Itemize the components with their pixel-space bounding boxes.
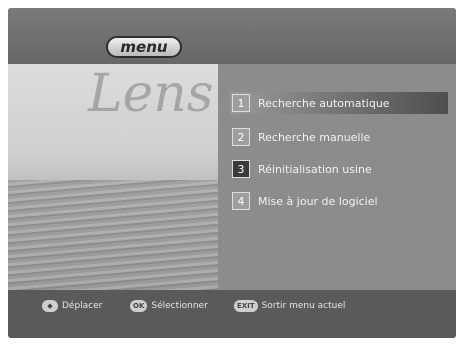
- sea-waves: [8, 180, 218, 290]
- background-picture: Lens: [8, 64, 218, 290]
- hint-label: Déplacer: [62, 301, 103, 311]
- header-bar: menu: [8, 8, 456, 64]
- menu-panel: 1 Recherche automatique 2 Recherche manu…: [218, 64, 456, 290]
- hint-select: OK Sélectionner: [130, 300, 208, 312]
- item-number: 3: [232, 160, 250, 178]
- item-number: 2: [232, 128, 250, 146]
- hint-exit: EXIT Sortir menu actuel: [234, 300, 345, 312]
- lens-watermark: Lens: [88, 64, 214, 124]
- hint-label: Sélectionner: [151, 301, 208, 311]
- tv-screen: menu Lens 1 Recherche automatique 2 Rech…: [8, 8, 456, 338]
- menu-item-reinitialisation-usine[interactable]: 3 Réinitialisation usine: [230, 158, 448, 180]
- menu-item-recherche-manuelle[interactable]: 2 Recherche manuelle: [230, 126, 448, 148]
- exit-key-icon: EXIT: [234, 300, 258, 312]
- hint-move: ◆ Déplacer: [42, 300, 102, 312]
- menu-item-label: Mise à jour de logiciel: [258, 194, 378, 208]
- menu-item-recherche-automatique[interactable]: 1 Recherche automatique: [230, 92, 448, 114]
- menu-item-label: Recherche manuelle: [258, 130, 371, 144]
- footer-bar: ◆ Déplacer OK Sélectionner EXIT Sortir m…: [8, 290, 456, 338]
- item-number: 4: [232, 192, 250, 210]
- ok-key-icon: OK: [130, 300, 148, 312]
- menu-item-label: Réinitialisation usine: [258, 162, 372, 176]
- menu-item-label: Recherche automatique: [258, 96, 390, 110]
- menu-title: menu: [106, 36, 182, 58]
- item-number: 1: [232, 94, 250, 112]
- menu-item-mise-a-jour-logiciel[interactable]: 4 Mise à jour de logiciel: [230, 190, 448, 212]
- hint-label: Sortir menu actuel: [261, 301, 346, 311]
- arrows-key-icon: ◆: [42, 300, 58, 312]
